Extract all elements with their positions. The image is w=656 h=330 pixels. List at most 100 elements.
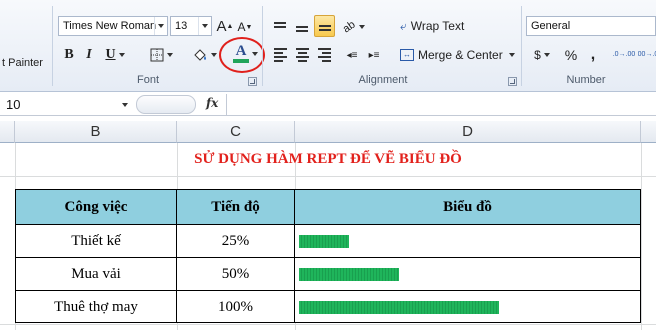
number-format-value: General (531, 20, 571, 32)
underline-label: U (105, 47, 116, 62)
font-dialog-launcher-icon[interactable] (248, 77, 257, 86)
wrap-text-icon: ⤶ (400, 18, 407, 33)
chart-cell[interactable] (295, 258, 640, 290)
gridline (641, 143, 642, 330)
format-painter-button[interactable]: t Painter (0, 52, 48, 74)
grow-font-button[interactable]: A ▲ (216, 15, 234, 37)
percent-button[interactable]: % (562, 44, 580, 66)
column-header-partial (0, 121, 15, 143)
merge-center-icon: ↔ (400, 49, 414, 61)
progress-bar (299, 267, 399, 281)
wrap-text-button[interactable]: ⤶ Wrap Text (400, 15, 476, 37)
bold-button[interactable]: B (60, 44, 78, 66)
shrink-font-button[interactable]: A ▼ (236, 16, 254, 38)
currency-icon: $ (534, 48, 541, 62)
header-cell-task[interactable]: Công việc (16, 190, 177, 224)
group-separator (521, 6, 522, 86)
shrink-font-icon: A (237, 20, 246, 34)
percent-icon: % (564, 47, 578, 63)
task-cell[interactable]: Thuê thợ may (16, 291, 177, 323)
grow-font-icon: A (216, 17, 227, 35)
align-left-button[interactable] (270, 44, 290, 66)
align-center-button[interactable] (292, 44, 312, 66)
borders-button[interactable] (146, 44, 176, 66)
align-bottom-icon (318, 21, 331, 31)
align-top-icon (274, 22, 286, 32)
sheet-title[interactable]: SỬ DỤNG HÀM REPT ĐỂ VẼ BIỂU ĐỒ (15, 151, 641, 168)
comma-style-button[interactable]: , (584, 44, 602, 66)
column-header-d[interactable]: D (295, 121, 641, 143)
header-cell-chart[interactable]: Biểu đồ (295, 190, 640, 224)
orientation-button[interactable]: ab (341, 16, 366, 38)
number-group-label: Number (566, 74, 606, 86)
align-right-button[interactable] (314, 44, 334, 66)
decrease-indent-icon: ◂≡ (346, 49, 358, 61)
font-name-combo[interactable]: Times New Roman (58, 16, 168, 36)
currency-button[interactable]: $ (530, 44, 554, 66)
alignment-dialog-launcher-icon[interactable] (508, 77, 517, 86)
align-left-icon (273, 48, 287, 62)
progress-cell[interactable]: 25% (177, 225, 295, 257)
chevron-down-icon[interactable] (154, 17, 167, 35)
align-middle-button[interactable] (292, 16, 312, 38)
task-cell[interactable]: Thiết kế (16, 225, 177, 257)
underline-button[interactable]: U (100, 44, 130, 66)
font-name-value: Times New Roman (63, 20, 157, 32)
chevron-down-icon[interactable] (166, 53, 173, 57)
gridline (0, 176, 656, 177)
bold-label: B (64, 47, 74, 62)
font-size-combo[interactable]: 13 (170, 16, 212, 36)
header-cell-progress[interactable]: Tiến độ (177, 190, 295, 224)
increase-decimal-button[interactable]: .0→.00 (612, 44, 636, 66)
italic-button[interactable]: I (80, 44, 98, 66)
group-separator (52, 6, 53, 86)
chevron-down-icon[interactable] (543, 53, 550, 57)
font-size-value: 13 (175, 20, 188, 32)
chart-cell[interactable] (295, 225, 640, 257)
increase-decimal-icon: .0→.00 (612, 51, 636, 58)
name-box[interactable]: 10 (2, 95, 132, 115)
align-top-button[interactable] (270, 16, 290, 38)
gridline (0, 324, 656, 325)
chevron-down-icon[interactable] (122, 103, 128, 107)
align-right-icon (317, 48, 331, 62)
chevron-down-icon[interactable] (118, 53, 125, 57)
chevron-down-icon[interactable] (198, 17, 211, 35)
task-cell[interactable]: Mua vải (16, 258, 177, 290)
decrease-decimal-button[interactable]: .00→.0 (638, 44, 656, 66)
decrease-decimal-icon: .00→.0 (638, 51, 656, 58)
table-row: Thuê thợ may 100% (16, 291, 640, 323)
column-header-b[interactable]: B (15, 121, 177, 143)
table-header-row: Công việc Tiến độ Biểu đồ (16, 190, 640, 224)
align-bottom-button[interactable] (314, 15, 335, 37)
align-center-icon (295, 48, 309, 62)
align-middle-icon (296, 22, 308, 32)
formula-bar-grip[interactable] (136, 95, 196, 114)
chevron-down-icon[interactable] (210, 53, 217, 57)
name-box-value: 10 (6, 97, 21, 112)
comma-icon: , (590, 46, 596, 63)
formula-input[interactable] (228, 95, 654, 115)
progress-bar (299, 300, 499, 314)
progress-cell[interactable]: 50% (177, 258, 295, 290)
insert-function-icon[interactable]: fx (206, 96, 218, 110)
merge-center-button[interactable]: ↔ Merge & Center (400, 44, 516, 66)
formula-separator (226, 94, 227, 116)
increase-indent-button[interactable]: ▸≡ (364, 44, 384, 66)
font-group-label: Font (136, 74, 159, 86)
fill-color-button[interactable] (190, 44, 218, 66)
column-header-c[interactable]: C (177, 121, 295, 143)
progress-cell[interactable]: 100% (177, 291, 295, 323)
number-format-combo[interactable]: General (526, 16, 656, 36)
alignment-group-label: Alignment (358, 74, 408, 86)
group-separator (262, 6, 263, 86)
wrap-text-label: Wrap Text (410, 19, 465, 33)
highlight-circle (219, 37, 265, 73)
increase-indent-icon: ▸≡ (368, 49, 380, 61)
decrease-indent-button[interactable]: ◂≡ (342, 44, 362, 66)
progress-table: Công việc Tiến độ Biểu đồ Thiết kế 25% M… (15, 189, 641, 323)
chart-cell[interactable] (295, 291, 640, 323)
chevron-down-icon[interactable] (508, 53, 515, 57)
chevron-down-icon[interactable] (358, 25, 365, 29)
orientation-icon: ab (341, 18, 358, 36)
